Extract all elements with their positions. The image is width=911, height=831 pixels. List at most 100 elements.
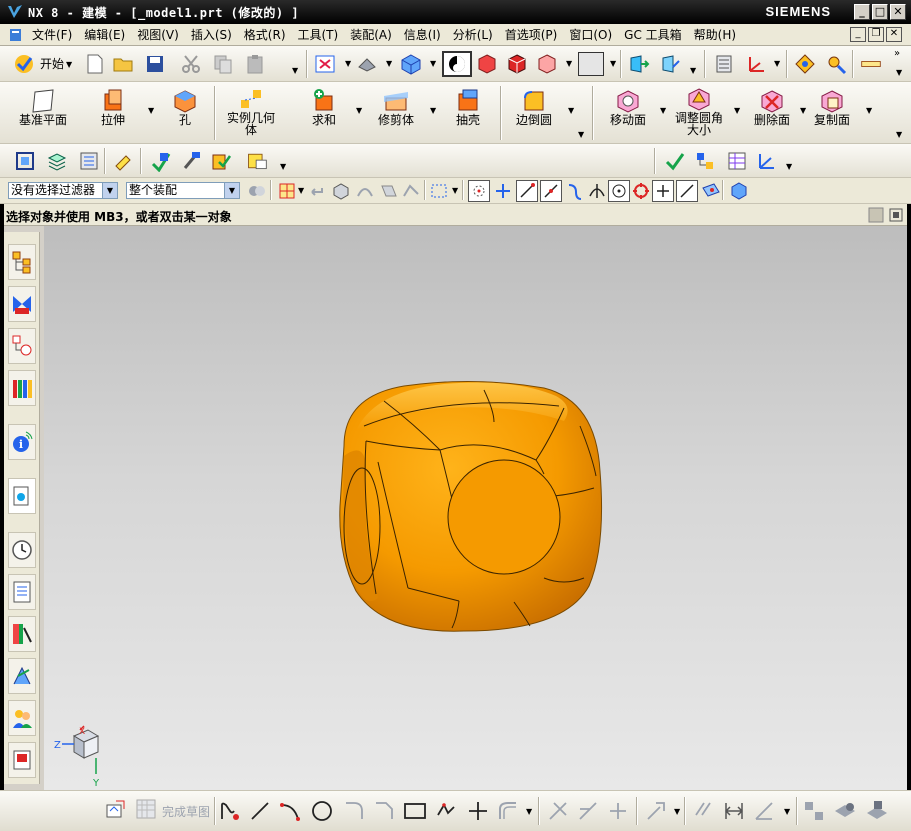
render-style-button[interactable] bbox=[442, 51, 472, 77]
menu-gc-toolkit[interactable]: GC 工具箱 bbox=[618, 26, 688, 43]
arc-center-toggle[interactable] bbox=[608, 180, 630, 202]
check-model-icon[interactable] bbox=[150, 150, 172, 172]
line-end-toggle[interactable] bbox=[516, 180, 538, 202]
start-button[interactable]: 开始 ▼ bbox=[12, 52, 72, 76]
check-geometry-icon[interactable] bbox=[664, 150, 686, 172]
point-on-curve-toggle[interactable] bbox=[676, 180, 698, 202]
cut-icon[interactable] bbox=[180, 53, 202, 75]
axis-tool-icon[interactable] bbox=[756, 150, 778, 172]
graphics-viewport[interactable]: Z X Y bbox=[44, 226, 907, 790]
layer-settings-icon[interactable] bbox=[714, 53, 736, 75]
rectangle-select-icon[interactable] bbox=[428, 180, 450, 202]
edge-rule-icon[interactable] bbox=[400, 180, 422, 202]
quadrant-point-icon[interactable] bbox=[630, 180, 652, 202]
menu-tools[interactable]: 工具(T) bbox=[292, 26, 345, 43]
menu-insert[interactable]: 插入(S) bbox=[185, 26, 238, 43]
dimension-icon[interactable] bbox=[692, 799, 716, 823]
history-palette-tab[interactable] bbox=[8, 478, 36, 514]
profile-icon[interactable] bbox=[218, 799, 242, 823]
component-list-icon[interactable] bbox=[78, 150, 100, 172]
save-icon[interactable] bbox=[144, 53, 166, 75]
add-existing-curve-icon[interactable] bbox=[832, 799, 858, 823]
menu-format[interactable]: 格式(R) bbox=[238, 26, 292, 43]
background-color-button[interactable] bbox=[578, 52, 604, 76]
paste-icon[interactable] bbox=[244, 53, 266, 75]
roles-tab[interactable] bbox=[8, 700, 36, 736]
line-icon[interactable] bbox=[248, 799, 272, 823]
visualization-tab[interactable] bbox=[8, 658, 36, 694]
project-curve-icon[interactable] bbox=[864, 799, 890, 823]
point-on-surface-icon[interactable] bbox=[700, 180, 722, 202]
snap-point-toggle[interactable] bbox=[468, 180, 490, 202]
unite-button[interactable]: 求和 bbox=[304, 88, 344, 126]
extrude-button[interactable]: 拉伸 bbox=[90, 88, 136, 126]
fit-view-icon[interactable] bbox=[314, 53, 336, 75]
quick-trim-icon[interactable] bbox=[546, 799, 570, 823]
intersection-icon[interactable] bbox=[586, 180, 608, 202]
polygon-icon[interactable] bbox=[434, 799, 458, 823]
menu-window[interactable]: 窗口(O) bbox=[563, 26, 618, 43]
selection-scope-select[interactable]: 整个装配 ▼ bbox=[126, 182, 240, 199]
shaded-cube-icon[interactable] bbox=[400, 53, 422, 75]
datum-plane-button[interactable]: 基准平面 bbox=[14, 88, 72, 126]
hide-show-icon[interactable] bbox=[826, 53, 848, 75]
object-display-icon[interactable] bbox=[794, 53, 816, 75]
validate-icon[interactable] bbox=[210, 150, 232, 172]
arc-icon[interactable] bbox=[278, 799, 302, 823]
shell-button[interactable]: 抽壳 bbox=[448, 88, 488, 126]
roles-palette-tab[interactable] bbox=[8, 616, 36, 652]
point-icon[interactable] bbox=[466, 799, 490, 823]
resize-blend-button[interactable]: 调整圆角 大小 bbox=[670, 86, 728, 136]
curve-selection-icon[interactable] bbox=[354, 180, 376, 202]
sketch-icon[interactable] bbox=[104, 797, 128, 821]
web-browser-tab[interactable]: i bbox=[8, 424, 36, 460]
open-folder-icon[interactable] bbox=[112, 53, 134, 75]
mirror-curve-icon[interactable] bbox=[802, 799, 826, 823]
section-view-icon[interactable] bbox=[628, 53, 650, 75]
midpoint-toggle[interactable] bbox=[540, 180, 562, 202]
maximize-button[interactable]: □ bbox=[872, 4, 888, 20]
rectangle-icon[interactable] bbox=[402, 799, 428, 823]
doc-restore-button[interactable]: ❐ bbox=[868, 27, 884, 42]
menu-edit[interactable]: 编辑(E) bbox=[78, 26, 131, 43]
history-tab[interactable] bbox=[8, 532, 36, 568]
constraints-icon[interactable] bbox=[644, 799, 668, 823]
end-point-icon[interactable] bbox=[492, 180, 514, 202]
copy-icon[interactable] bbox=[212, 53, 234, 75]
edge-display-icon[interactable] bbox=[476, 53, 498, 75]
angular-dimension-icon[interactable] bbox=[752, 799, 776, 823]
constraint-navigator-tab[interactable] bbox=[8, 286, 36, 322]
clip-section-icon[interactable] bbox=[660, 53, 682, 75]
menu-preferences[interactable]: 首选项(P) bbox=[499, 26, 564, 43]
body-selection-icon[interactable] bbox=[330, 180, 352, 202]
doc-minimize-button[interactable]: _ bbox=[850, 27, 866, 42]
table-edit-icon[interactable] bbox=[246, 150, 268, 172]
trim-body-button[interactable]: 修剪体 bbox=[372, 88, 420, 126]
part-navigator-tab[interactable] bbox=[8, 328, 36, 364]
fillet-icon[interactable] bbox=[342, 799, 366, 823]
pencil-icon[interactable] bbox=[112, 150, 134, 172]
offset-curve-icon[interactable] bbox=[496, 799, 520, 823]
menu-assembly[interactable]: 装配(A) bbox=[344, 26, 398, 43]
close-button[interactable]: ✕ bbox=[890, 4, 906, 20]
hammer-icon[interactable] bbox=[180, 150, 202, 172]
minimize-button[interactable]: _ bbox=[854, 4, 870, 20]
type-filter-select[interactable]: 没有选择过滤器 ▼ bbox=[8, 182, 118, 199]
layers-icon[interactable] bbox=[46, 150, 68, 172]
spreadsheet-icon[interactable] bbox=[726, 150, 748, 172]
face-rule-icon[interactable] bbox=[378, 180, 400, 202]
assembly-navigator-tab[interactable] bbox=[8, 244, 36, 280]
general-selection-icon[interactable] bbox=[246, 180, 268, 202]
hidden-edge-icon[interactable] bbox=[506, 53, 528, 75]
document-icon[interactable] bbox=[8, 27, 24, 43]
move-face-button[interactable]: 移动面 bbox=[604, 88, 652, 126]
undo-selection-icon[interactable] bbox=[306, 180, 328, 202]
system-materials-tab[interactable] bbox=[8, 574, 36, 610]
view-orient-icon[interactable] bbox=[356, 53, 378, 75]
feature-selection-icon[interactable] bbox=[276, 180, 298, 202]
new-file-icon[interactable] bbox=[84, 53, 106, 75]
edge-blend-button[interactable]: 边倒圆 bbox=[510, 88, 558, 126]
orange-model-body[interactable] bbox=[339, 380, 603, 632]
circle-icon[interactable] bbox=[310, 799, 334, 823]
wcs-icon[interactable] bbox=[746, 53, 768, 75]
